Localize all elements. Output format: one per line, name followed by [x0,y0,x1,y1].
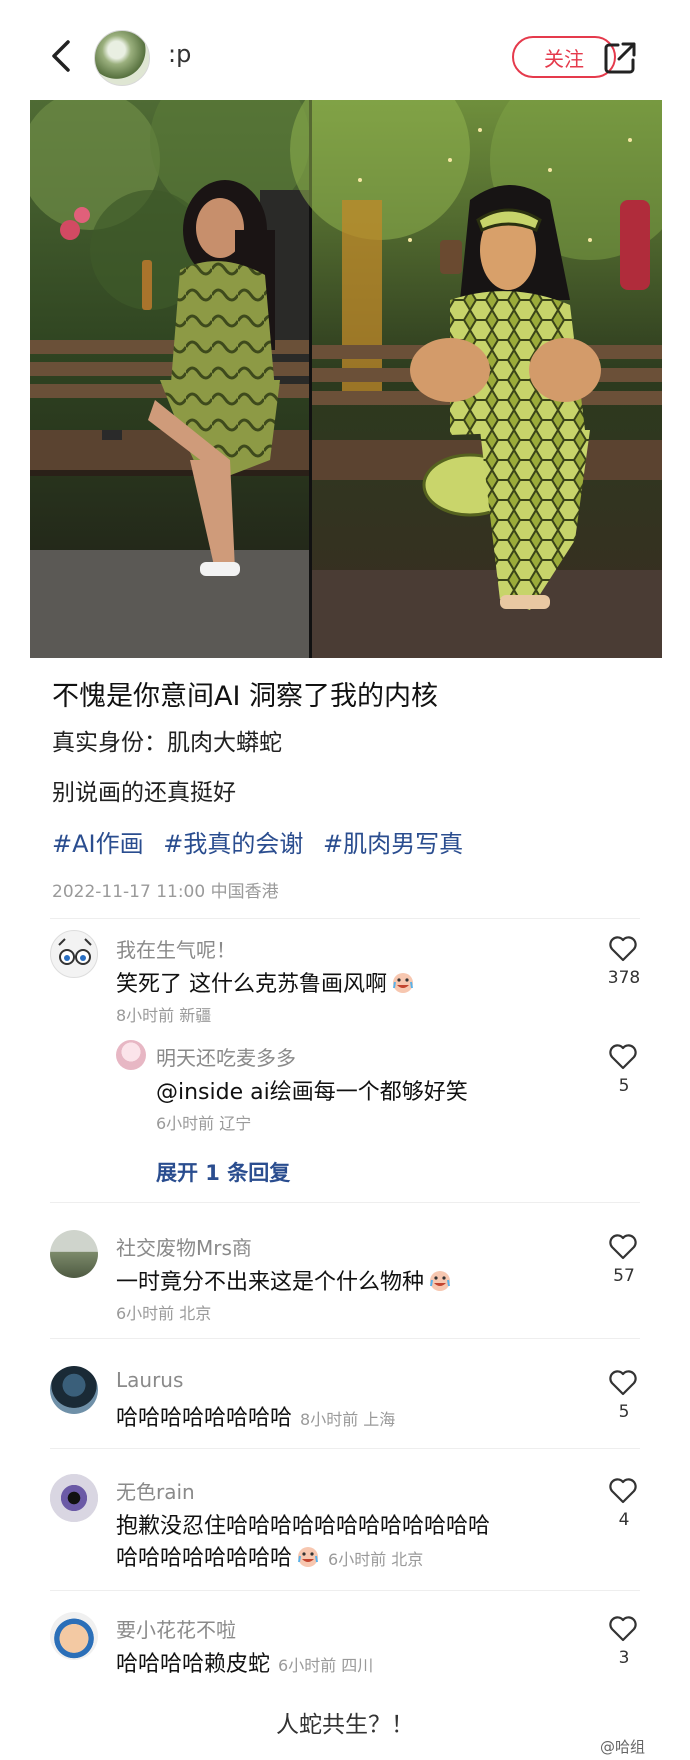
post-title: 不愧是你意间AI 洞察了我的内核 [52,681,439,712]
commenter-name[interactable]: 要小花花不啦 [116,1614,236,1643]
like-count: 4 [618,1510,630,1530]
comment-meta: 6小时前 北京 [116,1304,212,1323]
expand-replies-link[interactable]: 展开 1 条回复 [156,1157,290,1187]
reply-meta: 6小时前 辽宁 [156,1114,252,1133]
commenter-name[interactable]: 社交废物Mrs商 [116,1232,252,1261]
post-body-line: 别说画的还真挺好 [52,780,236,806]
heart-icon[interactable] [608,1232,638,1260]
commenter-avatar[interactable] [50,1474,98,1522]
heart-icon[interactable] [608,1476,638,1504]
divider [50,1590,640,1591]
like-count: 5 [618,1402,630,1422]
hashtag[interactable]: #AI作画 [52,830,144,858]
divider [50,1338,640,1339]
like-count: 5 [618,1076,630,1096]
commenter-name[interactable]: 我在生气呢！ [116,934,236,963]
hashtag[interactable]: #肌肉男写真 [323,830,463,858]
comment-meta: 8小时前 上海 [300,1410,396,1429]
laugh-cry-emoji-icon [393,973,413,993]
share-icon[interactable] [602,40,638,76]
caption-text: 人蛇共生？！ [276,1712,414,1738]
post-image[interactable] [30,100,662,658]
author-username[interactable]: :p [168,40,191,68]
comment-text-continued: 哈哈哈哈哈哈哈哈 6小时前 北京 [116,1546,424,1571]
author-avatar[interactable] [94,30,150,86]
like-count: 57 [613,1266,635,1286]
comment-text: 一时竟分不出来这是个什么物种 [116,1264,452,1296]
top-bar: :p 关注 [0,0,690,100]
heart-icon[interactable] [608,1368,638,1396]
watermark: @哈组 [600,1738,646,1756]
hashtag-list: #AI作画 #我真的会谢 #肌肉男写真 [52,824,475,859]
back-icon[interactable] [44,36,78,76]
commenter-name[interactable]: Laurus [116,1368,183,1392]
laugh-cry-emoji-icon [430,1271,451,1291]
comment-text: 哈哈哈哈赖皮蛇 6小时前 四川 [116,1652,374,1677]
heart-icon[interactable] [608,1042,638,1070]
commenter-avatar[interactable] [50,1230,98,1278]
laugh-cry-emoji-icon [298,1547,319,1567]
commenter-name[interactable]: 无色rain [116,1476,195,1505]
replier-avatar[interactable] [116,1040,146,1070]
divider [50,918,640,919]
divider [50,1202,640,1203]
comment-text: 笑死了 这什么克苏鲁画风啊 [116,966,415,998]
comment-meta: 8小时前 新疆 [116,1006,212,1025]
commenter-avatar[interactable] [50,1366,98,1414]
heart-icon[interactable] [608,1614,638,1642]
follow-button[interactable]: 关注 [512,36,616,78]
comment-meta: 6小时前 四川 [278,1656,374,1675]
comment-text: 抱歉没忍住哈哈哈哈哈哈哈哈哈哈哈哈 [116,1514,491,1539]
commenter-avatar[interactable] [50,1612,98,1660]
commenter-avatar[interactable] [50,930,98,978]
post-body-line: 真实身份：肌肉大蟒蛇 [52,730,282,756]
like-count: 378 [607,968,641,988]
post-timestamp: 2022-11-17 11:00 中国香港 [52,882,279,902]
comment-meta: 6小时前 北京 [328,1550,424,1569]
like-count: 3 [618,1648,630,1668]
hashtag[interactable]: #我真的会谢 [163,830,303,858]
heart-icon[interactable] [608,934,638,962]
comment-text: 哈哈哈哈哈哈哈哈 8小时前 上海 [116,1406,396,1431]
divider [50,1448,640,1449]
reply-text: @inside ai绘画每一个都够好笑 [156,1080,468,1105]
replier-name[interactable]: 明天还吃麦多多 [156,1042,296,1071]
